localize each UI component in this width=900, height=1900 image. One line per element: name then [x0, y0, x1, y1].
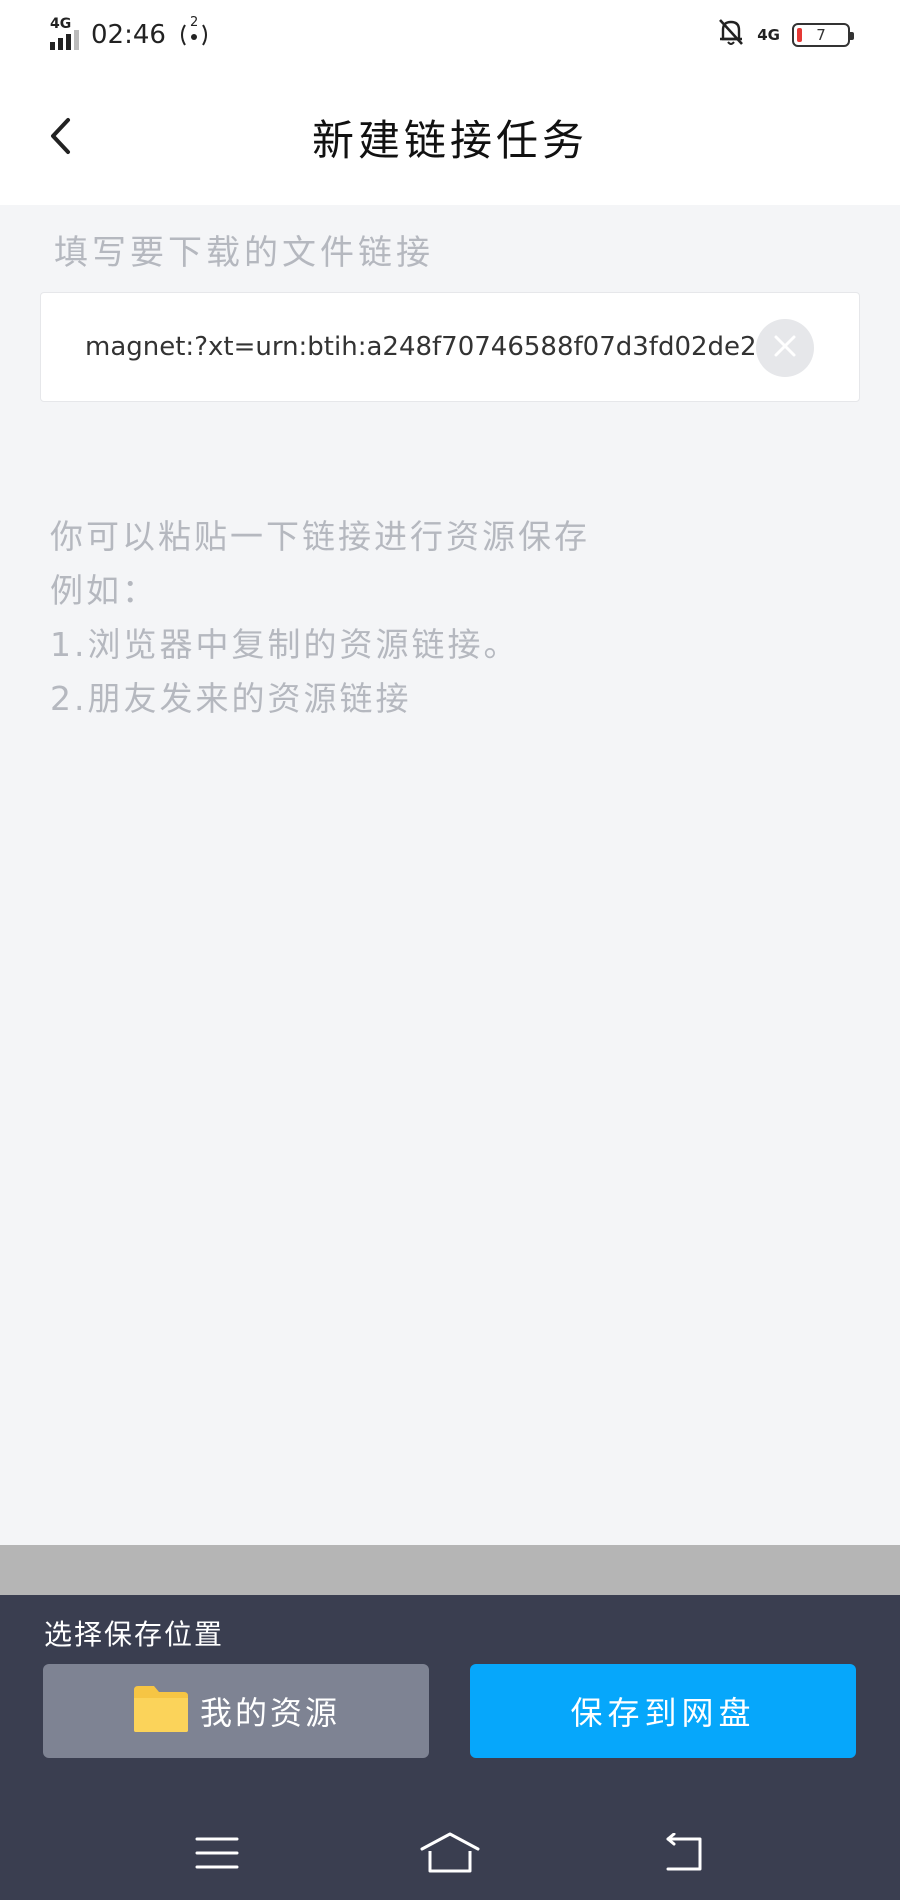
status-left: 4G 02:46 2: [50, 15, 210, 50]
hotspot-icon: 2: [178, 15, 210, 49]
network-type-right: 4G: [757, 26, 780, 44]
home-button[interactable]: [410, 1825, 490, 1885]
panel-divider: [0, 1545, 900, 1595]
clock: 02:46: [91, 20, 166, 50]
network-type-left: 4G: [50, 16, 72, 32]
clear-button[interactable]: [756, 319, 814, 377]
battery-level: 7: [816, 26, 826, 44]
menu-icon: [194, 1835, 240, 1875]
status-bar: 4G 02:46 2 4G 7: [0, 0, 900, 70]
hotspot-badge: 2: [189, 15, 199, 30]
folder-icon: [132, 1684, 190, 1738]
save-to-cloud-label: 保存到网盘: [570, 1694, 756, 1732]
chevron-left-icon: [48, 116, 72, 160]
signal-icon: 4G: [50, 16, 79, 50]
hint-line: 2.朋友发来的资源链接: [50, 679, 412, 718]
hint-text: 你可以粘贴一下链接进行资源保存 例如： 1.浏览器中复制的资源链接。 2.朋友发…: [50, 510, 850, 726]
link-input-container: [40, 292, 860, 402]
home-icon: [419, 1831, 481, 1879]
page-title: 新建链接任务: [311, 116, 588, 165]
hint-line: 你可以粘贴一下链接进行资源保存: [50, 517, 590, 556]
hint-line: 1.浏览器中复制的资源链接。: [50, 625, 520, 664]
link-field-label: 填写要下载的文件链接: [54, 233, 434, 273]
system-back-button[interactable]: [643, 1825, 723, 1885]
status-right: 4G 7: [717, 17, 854, 54]
back-button[interactable]: [40, 110, 80, 166]
mute-bell-icon: [717, 17, 745, 54]
back-arrow-icon: [660, 1832, 706, 1877]
link-input[interactable]: [85, 319, 775, 375]
close-icon: [772, 333, 798, 363]
save-to-cloud-button[interactable]: 保存到网盘: [470, 1664, 856, 1758]
hint-line: 例如：: [50, 571, 158, 610]
save-location-label: 选择保存位置: [44, 1618, 225, 1651]
my-resources-button[interactable]: 我的资源: [43, 1664, 429, 1758]
battery-icon: 7: [792, 23, 854, 47]
header: 新建链接任务: [0, 70, 900, 205]
menu-button[interactable]: [177, 1825, 257, 1885]
my-resources-label: 我的资源: [199, 1694, 340, 1732]
system-nav-bar: [0, 1810, 900, 1900]
save-location-panel: 选择保存位置 我的资源 保存到网盘: [0, 1595, 900, 1900]
